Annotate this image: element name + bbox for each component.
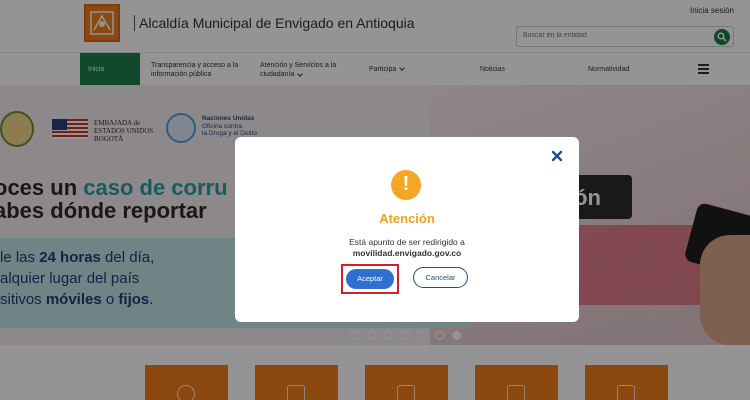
accept-button-highlight: Aceptar [341, 264, 399, 294]
dialog-url: movilidad.envigado.gov.co [352, 248, 462, 258]
dialog-message: Está apunto de ser redirigido a [349, 237, 465, 247]
close-icon [551, 150, 563, 162]
warning-icon: ! [391, 170, 421, 200]
dialog-title: Atención [379, 211, 435, 226]
close-button[interactable] [550, 149, 564, 163]
accept-button[interactable]: Aceptar [346, 269, 394, 289]
redirect-dialog: ! Atención Está apunto de ser redirigido… [235, 137, 579, 322]
cancel-button[interactable]: Cancelar [413, 267, 468, 288]
